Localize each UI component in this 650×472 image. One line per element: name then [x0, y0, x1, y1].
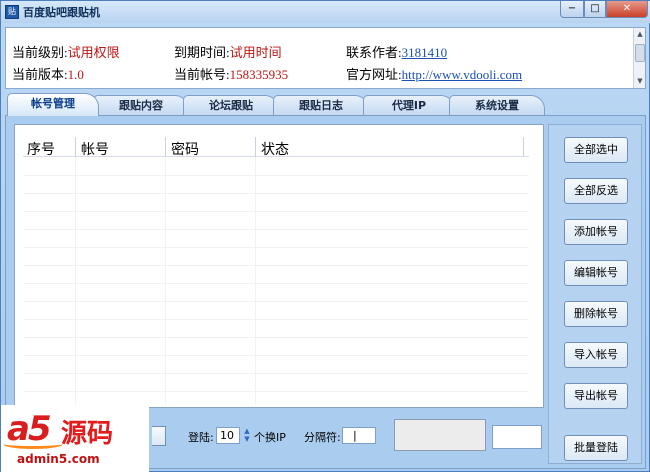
delete-account-button[interactable]: 删除帐号 [564, 301, 628, 327]
separator-label: 分隔符: [304, 431, 341, 444]
app-icon: 贴 [5, 5, 19, 19]
close-button[interactable]: ✕ [606, 1, 648, 18]
scroll-up-icon[interactable]: ▲ [635, 29, 645, 39]
tab-reply-log[interactable]: 跟贴日志 [273, 95, 369, 115]
contact-link[interactable]: 3181410 [402, 45, 448, 60]
partial-button[interactable] [152, 426, 166, 446]
col-header-index[interactable]: 序号 [27, 139, 55, 159]
button-column: 全部选中 全部反选 添加帐号 编辑帐号 删除帐号 导入帐号 导出帐号 批量登陆 [548, 124, 642, 464]
website-label: 官方网址: [346, 67, 402, 82]
tab-account-manage[interactable]: 帐号管理 [7, 93, 99, 116]
export-account-button[interactable]: 导出帐号 [564, 383, 628, 409]
login-label: 登陆: [188, 431, 214, 444]
website-info: 官方网址:http://www.vdooli.com [346, 64, 522, 83]
tab-proxy-ip[interactable]: 代理IP [363, 95, 455, 115]
level-info: 当前级别:试用权限 [12, 42, 120, 61]
switch-ip-label: 个换IP [254, 431, 286, 444]
account-value: 158335935 [229, 67, 289, 82]
import-account-button[interactable]: 导入帐号 [564, 342, 628, 368]
col-header-password[interactable]: 密码 [171, 139, 199, 159]
separator-input[interactable]: | [342, 427, 376, 444]
scroll-down-icon[interactable]: ▼ [635, 76, 645, 86]
account-table[interactable]: 序号 帐号 密码 状态 [14, 124, 544, 408]
info-panel: 当前级别:试用权限 当前版本:1.0 到期时间:试用时间 当前帐号:158335… [5, 27, 646, 89]
info-scrollbar[interactable]: ▲ ▼ [633, 28, 645, 88]
app-window: 贴 百度贴吧跟贴机 − □ ✕ 当前级别:试用权限 当前版本:1.0 到期时间:… [0, 0, 650, 472]
website-link[interactable]: http://www.vdooli.com [402, 67, 523, 82]
version-value: 1.0 [67, 67, 84, 82]
add-account-button[interactable]: 添加帐号 [564, 219, 628, 245]
watermark-logo: a5 源码 admin5.com [1, 405, 149, 472]
account-label: 当前帐号: [174, 67, 230, 82]
batch-login-button[interactable]: 批量登陆 [564, 435, 628, 461]
level-label: 当前级别: [12, 45, 68, 60]
expire-label: 到期时间: [174, 45, 230, 60]
captcha-input[interactable] [492, 425, 542, 449]
tab-system-settings[interactable]: 系统设置 [449, 95, 545, 115]
invert-select-button[interactable]: 全部反选 [564, 178, 628, 204]
maximize-button[interactable]: □ [584, 1, 606, 18]
select-all-button[interactable]: 全部选中 [564, 137, 628, 163]
watermark-cn: 源码 [61, 419, 114, 449]
version-info: 当前版本:1.0 [12, 64, 84, 83]
tab-forum-reply[interactable]: 论坛跟贴 [183, 95, 279, 115]
tab-bar: 帐号管理 跟贴内容 论坛跟贴 跟贴日志 代理IP 系统设置 [7, 93, 547, 116]
account-info: 当前帐号:158335935 [174, 64, 288, 83]
level-value: 试用权限 [67, 45, 120, 60]
col-header-status[interactable]: 状态 [261, 139, 289, 159]
table-header: 序号 帐号 密码 状态 [23, 137, 529, 159]
swoosh-icon [3, 439, 63, 449]
captcha-box [394, 419, 486, 451]
title-bar[interactable]: 贴 百度贴吧跟贴机 − □ ✕ [1, 1, 650, 23]
minimize-button[interactable]: − [560, 1, 584, 18]
contact-info: 联系作者:3181410 [346, 42, 447, 61]
version-label: 当前版本: [12, 67, 68, 82]
spinner-arrows-icon[interactable]: ▲ ▼ [242, 427, 252, 444]
watermark-url: admin5.com [17, 452, 100, 466]
contact-label: 联系作者: [346, 45, 402, 60]
login-count-input[interactable]: 10 [216, 427, 240, 444]
expire-info: 到期时间:试用时间 [174, 42, 282, 61]
expire-value: 试用时间 [229, 45, 282, 60]
tab-reply-content[interactable]: 跟贴内容 [93, 95, 189, 115]
scroll-thumb[interactable] [635, 44, 645, 62]
col-header-account[interactable]: 帐号 [81, 139, 109, 159]
window-title: 百度贴吧跟贴机 [23, 6, 100, 19]
edit-account-button[interactable]: 编辑帐号 [564, 260, 628, 286]
